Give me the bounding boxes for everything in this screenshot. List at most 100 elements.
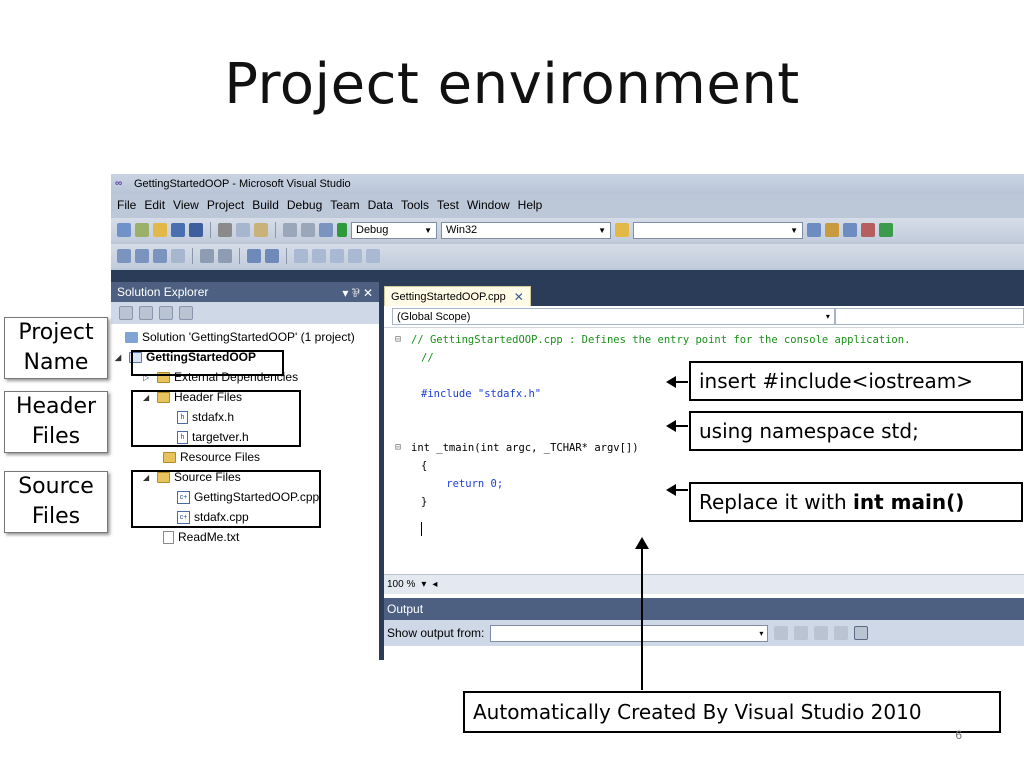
auto-created-callout: Automatically Created By Visual Studio 2…	[463, 691, 1001, 733]
find-message-icon[interactable]	[774, 626, 789, 640]
save-all-icon[interactable]	[189, 223, 203, 237]
save-icon[interactable]	[171, 223, 185, 237]
menu-edit[interactable]: Edit	[142, 198, 171, 212]
include-text: #include "stdafx.h"	[421, 388, 542, 400]
folder-icon	[163, 451, 176, 463]
using-arrow	[666, 420, 688, 432]
toolbar-separator	[286, 248, 287, 264]
solution-explorer-icon[interactable]	[825, 223, 839, 237]
platform-select[interactable]: Win32 ▼	[441, 221, 611, 239]
go-to-previous-icon[interactable]	[794, 626, 809, 640]
collapse-icon[interactable]: ⊟	[395, 442, 401, 453]
menu-debug[interactable]: Debug	[285, 198, 328, 212]
tree-item-resource-files[interactable]: Resource Files	[163, 450, 260, 464]
new-project-icon[interactable]	[117, 223, 131, 237]
bookmark-icon[interactable]	[294, 249, 308, 263]
toolbox-icon[interactable]	[861, 223, 875, 237]
redo-icon[interactable]	[301, 223, 315, 237]
insert-arrow	[666, 376, 688, 388]
scope-select[interactable]: (Global Scope) ▾	[392, 308, 835, 325]
slide-title: Project environment	[224, 52, 800, 117]
replace-bold-text: int main()	[853, 490, 965, 514]
menu-window[interactable]: Window	[465, 198, 516, 212]
menu-bar: File Edit View Project Build Debug Team …	[111, 194, 1024, 216]
chevron-down-icon: ▼	[598, 225, 606, 235]
properties-icon[interactable]	[843, 223, 857, 237]
pin-close-icon[interactable]: ▾ ⅌ ✕	[342, 284, 373, 301]
output-source-select[interactable]: ▾	[490, 624, 769, 642]
chevron-down-icon: ▼	[424, 225, 432, 235]
source-files-highlight	[131, 470, 321, 528]
uncomment-icon[interactable]	[265, 249, 279, 263]
copy-icon[interactable]	[236, 223, 250, 237]
comment-icon[interactable]	[247, 249, 261, 263]
collapse-icon[interactable]: ⊟	[395, 334, 401, 345]
header-files-highlight	[131, 390, 301, 447]
file-label: ReadMe.txt	[178, 530, 240, 544]
menu-test[interactable]: Test	[435, 198, 465, 212]
code-line: return 0;	[421, 478, 504, 490]
clear-bookmarks-icon[interactable]	[366, 249, 380, 263]
chevron-down-icon[interactable]: ▾	[421, 579, 426, 590]
configuration-select[interactable]: Debug ▼	[351, 221, 437, 239]
quick-info-icon[interactable]	[117, 249, 131, 263]
replace-text: Replace it with	[699, 490, 854, 514]
navigate-icon[interactable]	[319, 223, 333, 237]
menu-file[interactable]: File	[115, 198, 142, 212]
font-icon[interactable]	[171, 249, 185, 263]
zoom-level[interactable]: 100 %	[387, 579, 415, 590]
tab-label: GettingStartedOOP.cpp	[391, 290, 506, 303]
configuration-value: Debug	[356, 224, 389, 236]
outdent-icon[interactable]	[200, 249, 214, 263]
menu-view[interactable]: View	[171, 198, 205, 212]
up-arrow-line	[641, 548, 643, 690]
indent-icon[interactable]	[218, 249, 232, 263]
tree-item-readme[interactable]: ReadMe.txt	[163, 530, 239, 544]
menu-tools[interactable]: Tools	[399, 198, 435, 212]
menu-help[interactable]: Help	[516, 198, 549, 212]
open-file-icon[interactable]	[153, 223, 167, 237]
scope-value: (Global Scope)	[397, 310, 471, 323]
show-all-files-icon[interactable]	[139, 306, 153, 320]
previous-bookmark-icon[interactable]	[312, 249, 326, 263]
output-toolbar: Show output from: ▾	[384, 620, 1024, 646]
tree-item-solution[interactable]: Solution 'GettingStartedOOP' (1 project)	[125, 330, 355, 344]
solution-explorer-header: Solution Explorer ▾ ⅌ ✕	[111, 282, 379, 302]
find-icon[interactable]	[807, 223, 821, 237]
close-icon[interactable]: ✕	[514, 290, 524, 304]
member-select[interactable]	[834, 308, 1024, 325]
go-to-next-icon[interactable]	[814, 626, 829, 640]
menu-team[interactable]: Team	[328, 198, 365, 212]
bookmark-folder-icon[interactable]	[348, 249, 362, 263]
menu-build[interactable]: Build	[250, 198, 285, 212]
solution-icon	[125, 331, 138, 343]
extension-icon[interactable]	[879, 223, 893, 237]
paste-icon[interactable]	[254, 223, 268, 237]
menu-project[interactable]: Project	[205, 198, 250, 212]
add-item-icon[interactable]	[135, 223, 149, 237]
complete-word-icon[interactable]	[153, 249, 167, 263]
refresh-icon[interactable]	[159, 306, 173, 320]
tab-gettingstartedoop-cpp[interactable]: GettingStartedOOP.cpp ✕	[384, 286, 531, 306]
word-wrap-icon[interactable]	[854, 626, 869, 640]
chevron-down-icon: ▾	[759, 628, 764, 638]
solution-label: Solution 'GettingStartedOOP' (1 project)	[142, 330, 355, 344]
text-editor-toolbar	[111, 244, 1024, 268]
class-view-icon[interactable]	[179, 306, 193, 320]
undo-icon[interactable]	[283, 223, 297, 237]
find-combo[interactable]: ▼	[633, 221, 803, 239]
find-in-files-icon[interactable]	[615, 223, 629, 237]
menu-data[interactable]: Data	[366, 198, 399, 212]
code-line: //	[421, 352, 434, 364]
cut-icon[interactable]	[218, 223, 232, 237]
scroll-left-icon[interactable]: ◂	[432, 579, 437, 590]
code-line: int _tmain(int argc, _TCHAR* argv[])	[411, 442, 639, 454]
properties-icon[interactable]	[119, 306, 133, 320]
start-debugging-icon[interactable]	[337, 223, 347, 237]
source-files-label: Source Files	[4, 471, 108, 533]
project-name-label: Project Name	[4, 317, 108, 379]
next-bookmark-icon[interactable]	[330, 249, 344, 263]
header-files-label: Header Files	[4, 391, 108, 453]
parameter-info-icon[interactable]	[135, 249, 149, 263]
clear-all-icon[interactable]	[834, 626, 849, 640]
